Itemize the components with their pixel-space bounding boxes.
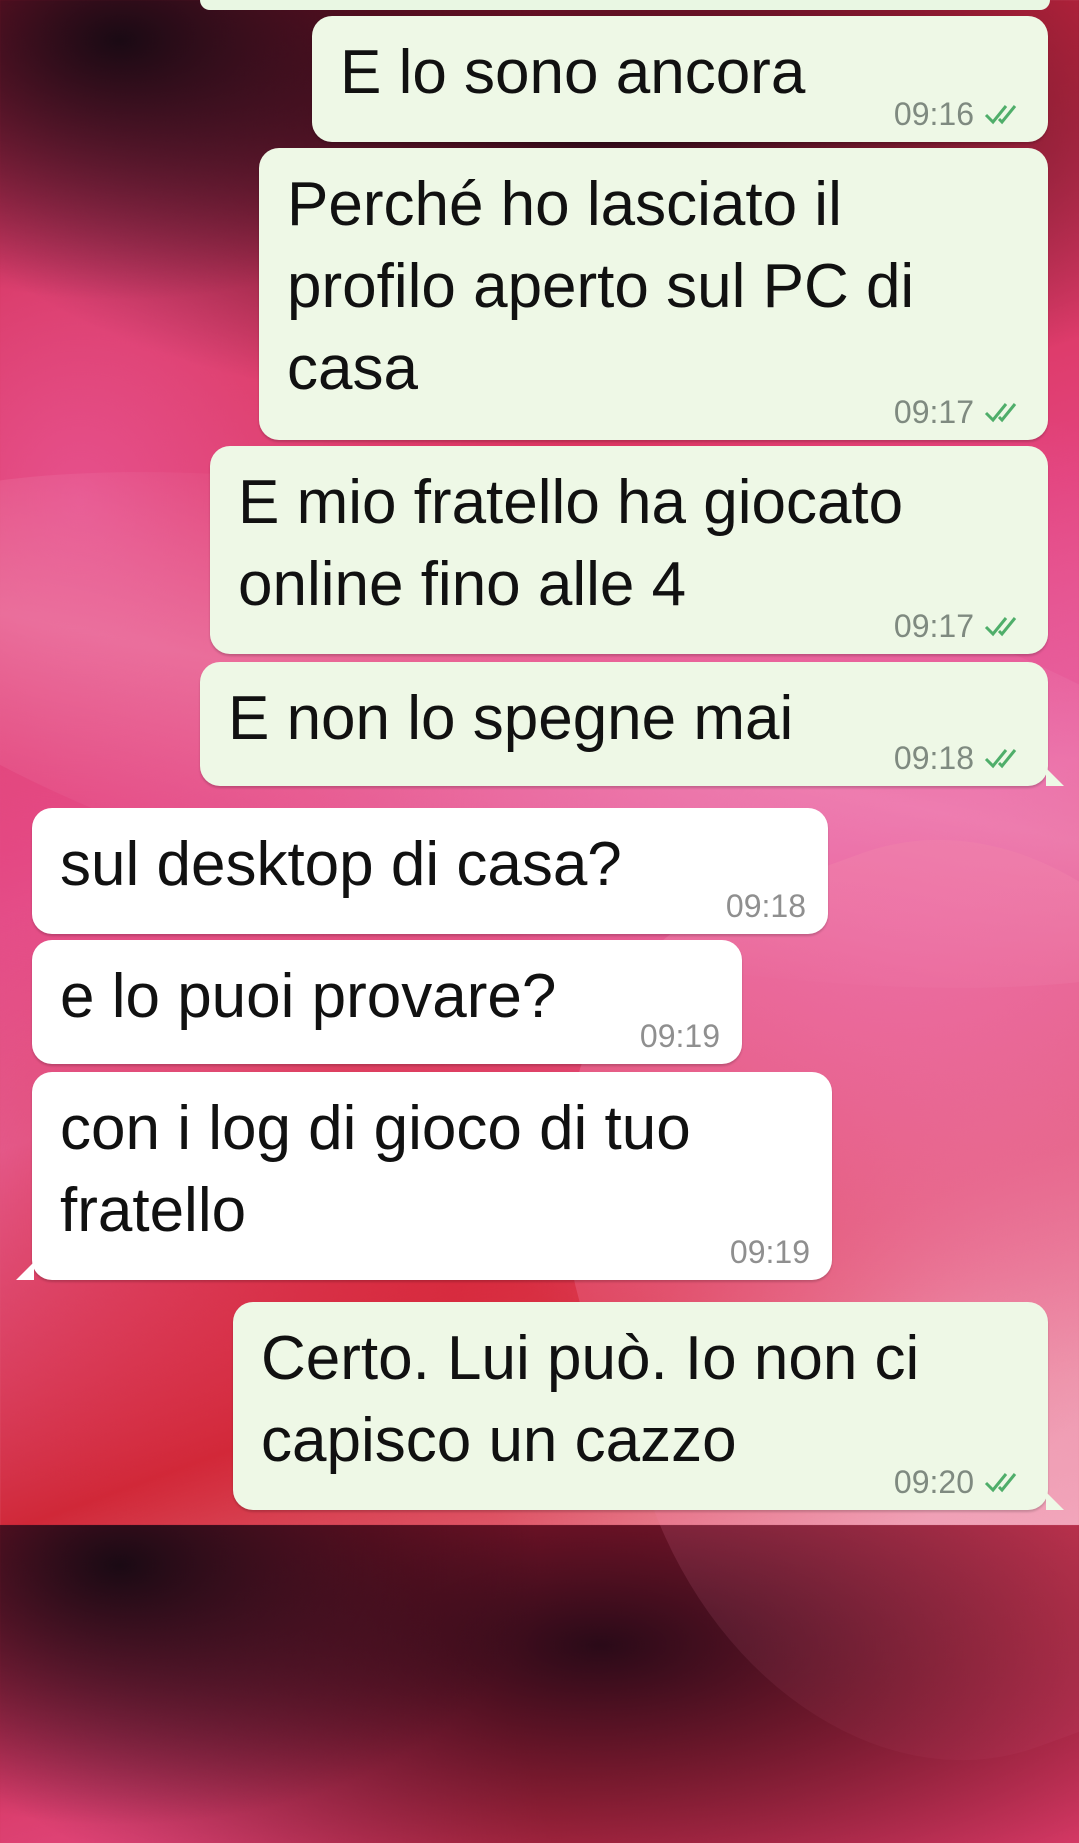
- message-text: E mio fratello ha giocato online fino al…: [238, 468, 904, 619]
- message-bubble-outgoing[interactable]: E mio fratello ha giocato online fino al…: [210, 446, 1048, 654]
- message-time: 09:16: [893, 96, 974, 132]
- message-text: E lo sono ancora: [340, 38, 806, 107]
- message-time: 09:17: [893, 608, 974, 644]
- message-meta: 09:16: [894, 96, 1028, 132]
- message-meta: 09:18: [894, 740, 1028, 776]
- message-meta: 09:17: [894, 608, 1028, 644]
- message-text: E non lo spegne mai: [228, 684, 794, 753]
- message-meta: 09:20: [894, 1464, 1028, 1500]
- message-time: 09:20: [893, 1464, 974, 1500]
- message-time: 09:18: [893, 740, 974, 776]
- double-check-icon: [984, 105, 1017, 125]
- double-check-icon: [984, 1473, 1017, 1493]
- message-meta: 09:18: [726, 888, 806, 924]
- double-check-icon: [984, 749, 1017, 769]
- message-time: 09:19: [729, 1234, 810, 1270]
- message-bubble-outgoing[interactable]: Certo. Lui può. Io non ci capisco un caz…: [233, 1302, 1064, 1510]
- message-bubble-incoming[interactable]: sul desktop di casa? 09:18: [32, 808, 828, 934]
- double-check-icon: [984, 617, 1017, 637]
- message-time: 09:17: [893, 394, 974, 430]
- message-bubble-incoming[interactable]: con i log di gioco di tuo fratello 09:19: [16, 1072, 832, 1280]
- message-bubble-incoming[interactable]: e lo puoi provare? 09:19: [32, 940, 742, 1064]
- message-text: Certo. Lui può. Io non ci capisco un caz…: [261, 1324, 920, 1475]
- message-text: e lo puoi provare?: [60, 962, 557, 1031]
- message-meta: 09:19: [730, 1234, 810, 1270]
- message-meta: 09:19: [640, 1018, 720, 1054]
- message-time: 09:19: [639, 1018, 720, 1054]
- message-text: sul desktop di casa?: [60, 830, 622, 899]
- message-time: 09:18: [725, 888, 806, 924]
- message-text: Perché ho lasciato il profilo aperto sul…: [287, 170, 915, 403]
- message-bubble-outgoing[interactable]: Perché ho lasciato il profilo aperto sul…: [259, 148, 1048, 440]
- message-meta: 09:17: [894, 394, 1028, 430]
- message-text: con i log di gioco di tuo fratello: [60, 1094, 691, 1245]
- previous-message-edge: [200, 0, 1050, 10]
- double-check-icon: [984, 403, 1017, 423]
- message-bubble-outgoing[interactable]: E lo sono ancora 09:16: [312, 16, 1048, 142]
- message-bubble-outgoing[interactable]: E non lo spegne mai 09:18: [200, 662, 1064, 786]
